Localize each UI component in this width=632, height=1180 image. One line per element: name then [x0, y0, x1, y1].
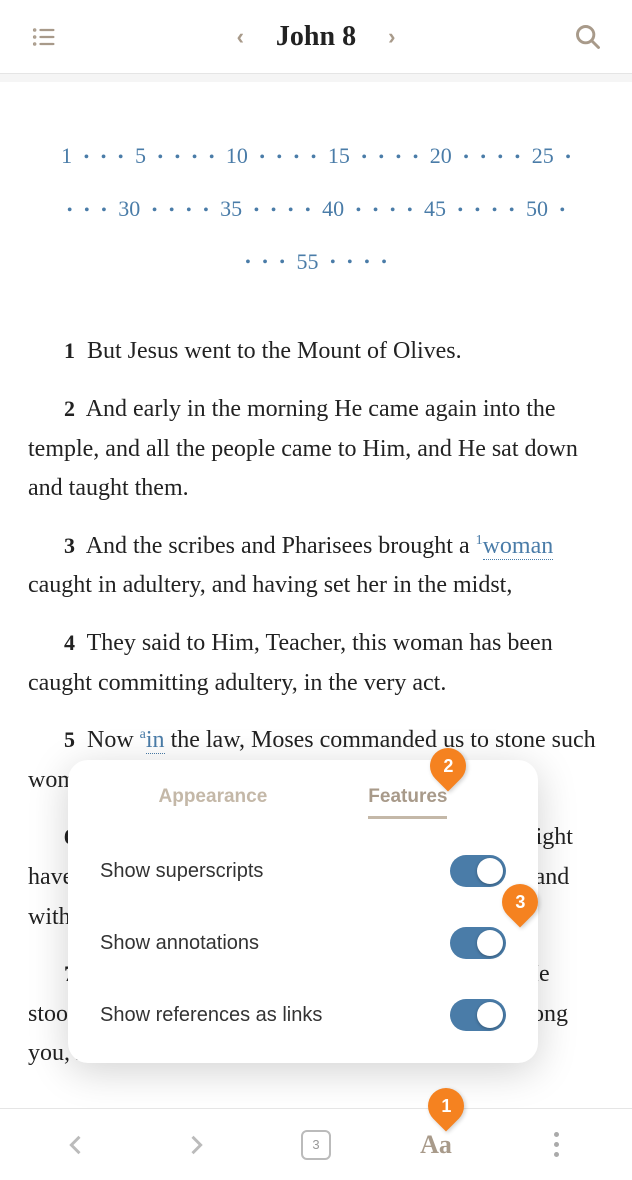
verse-number: 4	[64, 630, 75, 655]
verse-dot[interactable]: •	[242, 254, 254, 271]
verse-dot[interactable]: •	[460, 149, 472, 166]
verse-link[interactable]: 35	[217, 196, 245, 221]
footnote-sup[interactable]: a	[140, 727, 146, 742]
more-menu-button[interactable]	[526, 1132, 586, 1157]
tab-appearance[interactable]: Appearance	[159, 786, 268, 819]
toggle[interactable]	[450, 855, 506, 887]
verse-dot[interactable]: •	[172, 149, 184, 166]
verse-link[interactable]: 30	[115, 196, 143, 221]
verse-dot[interactable]: •	[98, 149, 110, 166]
verse-dot[interactable]: •	[259, 254, 271, 271]
verse-navigator: 1 • • • 5 • • • • 10 • • • • 15 • • • • …	[56, 130, 576, 288]
verse-number: 2	[64, 396, 75, 421]
verse-dot[interactable]: •	[149, 202, 161, 219]
verse-link[interactable]: 25	[529, 143, 557, 168]
verse-dot[interactable]: •	[276, 254, 288, 271]
nav-back-button[interactable]	[46, 1131, 106, 1159]
verse-dot[interactable]: •	[393, 149, 405, 166]
page-indicator[interactable]: 3	[286, 1130, 346, 1160]
header-center: ‹ John 8 ›	[237, 21, 396, 53]
verse-dot[interactable]: •	[378, 254, 390, 271]
text-settings-button[interactable]: Aa	[406, 1130, 466, 1160]
verse-dot[interactable]: •	[115, 149, 127, 166]
verse-dot[interactable]: •	[556, 202, 568, 219]
verse-dot[interactable]: •	[375, 149, 387, 166]
tab-features[interactable]: Features	[368, 786, 447, 819]
verse-dot[interactable]: •	[206, 149, 218, 166]
verse-dot[interactable]: •	[361, 254, 373, 271]
settings-label: Show superscripts	[100, 860, 263, 883]
verse-dot[interactable]: •	[472, 202, 484, 219]
header: ‹ John 8 ›	[0, 0, 632, 74]
verse-number: 5	[64, 727, 75, 752]
verse-link[interactable]: 20	[427, 143, 455, 168]
reference-link[interactable]: woman	[483, 533, 554, 560]
verse-dot[interactable]: •	[327, 254, 339, 271]
verse-dot[interactable]: •	[512, 149, 524, 166]
settings-label: Show references as links	[100, 1004, 322, 1027]
verse-dot[interactable]: •	[495, 149, 507, 166]
verse-dot[interactable]: •	[81, 202, 93, 219]
verse: 4 They said to Him, Teacher, this woman …	[28, 624, 604, 703]
verse-link[interactable]: 40	[319, 196, 347, 221]
search-icon[interactable]	[568, 23, 608, 51]
prev-chapter-button[interactable]: ‹	[237, 24, 244, 50]
bottom-bar: 3 Aa	[0, 1108, 632, 1180]
verse-dot[interactable]: •	[251, 202, 263, 219]
verse-dot[interactable]: •	[358, 149, 370, 166]
verse-dot[interactable]: •	[291, 149, 303, 166]
verse: 2 And early in the morning He came again…	[28, 390, 604, 509]
verse-dot[interactable]: •	[64, 202, 76, 219]
settings-row: Show superscripts	[68, 835, 538, 907]
verse-number: 1	[64, 338, 75, 363]
toggle[interactable]	[450, 927, 506, 959]
verse-link[interactable]: 1	[58, 143, 75, 168]
verse-dot[interactable]: •	[154, 149, 166, 166]
verse-dot[interactable]: •	[489, 202, 501, 219]
verse-dot[interactable]: •	[308, 149, 320, 166]
nav-forward-button[interactable]	[166, 1131, 226, 1159]
verse-number: 3	[64, 533, 75, 558]
verse: 1 But Jesus went to the Mount of Olives.	[28, 332, 604, 372]
verse-dot[interactable]: •	[410, 149, 422, 166]
next-chapter-button[interactable]: ›	[388, 24, 395, 50]
verse-dot[interactable]: •	[455, 202, 467, 219]
verse-dot[interactable]: •	[387, 202, 399, 219]
verse-dot[interactable]: •	[344, 254, 356, 271]
verse-dot[interactable]: •	[302, 202, 314, 219]
verse-link[interactable]: 55	[293, 249, 321, 274]
page-title[interactable]: John 8	[276, 21, 356, 53]
verse-dot[interactable]: •	[353, 202, 365, 219]
reference-link[interactable]: in	[146, 727, 165, 754]
verse-dot[interactable]: •	[506, 202, 518, 219]
verse-dot[interactable]: •	[166, 202, 178, 219]
verse-link[interactable]: 5	[132, 143, 149, 168]
verse: 3 And the scribes and Pharisees brought …	[28, 527, 604, 606]
toc-icon[interactable]	[24, 23, 64, 51]
verse-dot[interactable]: •	[404, 202, 416, 219]
verse-dot[interactable]: •	[562, 149, 574, 166]
verse-dot[interactable]: •	[189, 149, 201, 166]
verse-link[interactable]: 50	[523, 196, 551, 221]
verse-dot[interactable]: •	[256, 149, 268, 166]
verse-dot[interactable]: •	[183, 202, 195, 219]
verse-dot[interactable]: •	[268, 202, 280, 219]
popup-tabs: Appearance Features	[68, 780, 538, 835]
verse-dot[interactable]: •	[285, 202, 297, 219]
verse-dot[interactable]: •	[370, 202, 382, 219]
verse-link[interactable]: 10	[223, 143, 251, 168]
verse-dot[interactable]: •	[200, 202, 212, 219]
settings-row: Show annotations	[68, 907, 538, 979]
verse-link[interactable]: 15	[325, 143, 353, 168]
verse-link[interactable]: 45	[421, 196, 449, 221]
settings-label: Show annotations	[100, 932, 259, 955]
footnote-sup[interactable]: 1	[476, 533, 483, 548]
verse-dot[interactable]: •	[98, 202, 110, 219]
verse-dot[interactable]: •	[274, 149, 286, 166]
toggle[interactable]	[450, 999, 506, 1031]
verse-dot[interactable]: •	[81, 149, 93, 166]
verse-dot[interactable]: •	[477, 149, 489, 166]
settings-row: Show references as links	[68, 979, 538, 1051]
features-popup: Appearance Features Show superscripts Sho…	[68, 760, 538, 1063]
